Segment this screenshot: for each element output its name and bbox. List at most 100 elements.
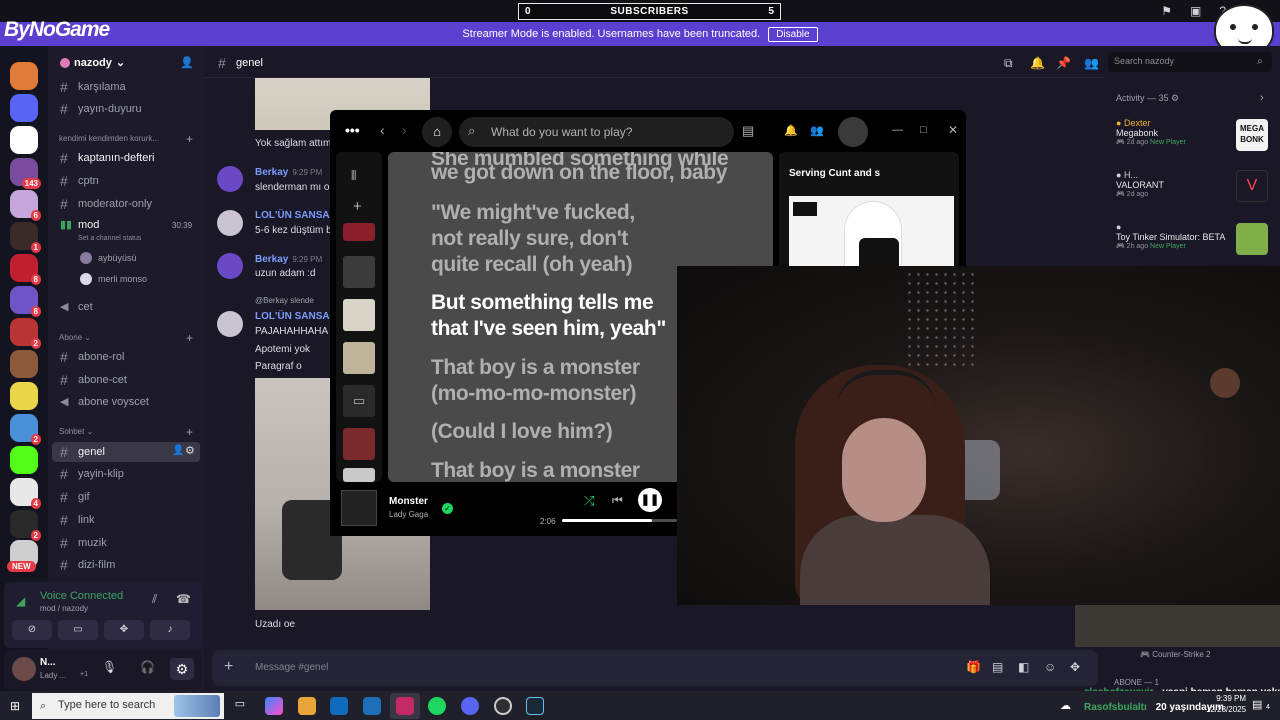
server-icon[interactable] — [10, 126, 38, 154]
folder-icon[interactable]: ▭ — [343, 385, 375, 417]
add-channel-icon[interactable]: + — [186, 425, 193, 439]
channel-kaptanin-defteri[interactable]: # kaptanın-defteri — [60, 150, 154, 166]
category-abone[interactable]: Abone ⌄ — [59, 333, 91, 342]
server-icon[interactable] — [10, 62, 38, 90]
edge-icon[interactable] — [330, 697, 348, 715]
add-channel-icon[interactable]: + — [186, 132, 193, 146]
lyric-line[interactable]: (mo-mo-mo-monster) — [431, 381, 637, 407]
notification-icon[interactable]: ▤ — [1252, 698, 1262, 711]
bell-icon[interactable]: 🔔 — [784, 124, 798, 137]
playlist-cover[interactable] — [343, 223, 375, 241]
disable-streamer-mode-button[interactable]: Disable — [768, 26, 818, 42]
apps-icon[interactable]: ✥ — [1070, 660, 1080, 674]
channel-dizi-film[interactable]: # dizi-film — [60, 557, 115, 573]
maximize-icon[interactable]: □ — [920, 124, 927, 136]
browse-icon[interactable]: ▤ — [742, 123, 754, 139]
server-icon[interactable]: 4 — [10, 478, 41, 509]
server-icon[interactable]: 143 — [10, 158, 41, 189]
forward-icon[interactable]: › — [402, 122, 407, 138]
back-icon[interactable]: ‹ — [380, 122, 385, 138]
server-icon[interactable]: 8 — [10, 254, 41, 285]
channel-gif[interactable]: # gif — [60, 489, 90, 505]
server-icon[interactable]: 6 — [10, 190, 41, 221]
lyric-line-active[interactable]: But something tells me — [431, 290, 654, 316]
voice-channel-abone-voyscet[interactable]: ◀ abone voyscet — [60, 395, 149, 409]
lyric-line[interactable]: That boy is a monster — [431, 458, 640, 482]
avatar[interactable] — [217, 210, 243, 236]
previous-icon[interactable]: ⏮ — [612, 493, 623, 508]
server-icon[interactable] — [10, 350, 38, 378]
screen-share-icon[interactable]: ▭ — [58, 620, 98, 640]
microphone-icon[interactable]: 🎙 — [102, 660, 117, 674]
activity-card[interactable]: ● Dexter Megabonk 🎮 2d ago New Player — [1116, 118, 1186, 146]
playlist-cover[interactable] — [343, 468, 375, 482]
file-explorer-icon[interactable] — [298, 697, 316, 715]
now-playing-cover[interactable] — [341, 490, 377, 526]
server-icon[interactable] — [10, 382, 38, 410]
library-icon[interactable]: ⫴ — [351, 168, 356, 184]
server-header[interactable]: nazody ⌄ — [60, 56, 125, 69]
channel-abone-cet[interactable]: # abone-cet — [60, 372, 127, 388]
voice-location[interactable]: mod / nazody — [40, 604, 88, 613]
weather-icon[interactable]: ☁ — [1060, 699, 1071, 712]
discord-icon[interactable] — [461, 697, 479, 715]
pin-icon[interactable]: 📌 — [1056, 56, 1071, 70]
voice-channel-cet[interactable]: ◀ cet — [60, 300, 93, 314]
playlist-cover[interactable] — [343, 342, 375, 374]
emoji-icon[interactable]: ☺ — [1044, 660, 1056, 674]
author-name[interactable]: Berkay — [255, 167, 288, 178]
server-icon[interactable]: 2 — [10, 510, 41, 541]
server-icon[interactable]: 2 — [10, 414, 41, 445]
headphones-icon[interactable]: 🎧 — [140, 660, 155, 674]
invite-icon[interactable]: 👤 — [180, 56, 194, 69]
obs-icon[interactable] — [494, 697, 512, 715]
lyric-line[interactable]: we got down on the floor, baby — [431, 160, 727, 186]
threads-icon[interactable]: ⧉ — [1004, 56, 1013, 71]
shuffle-icon[interactable]: ⤮ — [584, 493, 594, 509]
author-name[interactable]: LOL'ÜN SANSAR — [255, 210, 337, 221]
playlist-cover[interactable] — [343, 428, 375, 460]
category-kendimi[interactable]: kendimi kendimden korurk... — [59, 134, 159, 143]
game-thumbnail[interactable] — [1236, 223, 1268, 255]
channel-cptn[interactable]: # cptn — [60, 173, 99, 189]
avatar[interactable] — [217, 311, 243, 337]
invite-icon[interactable]: 👤 — [172, 445, 184, 456]
activity-card[interactable]: ● Toy Tinker Simulator: BETA 🎮 2h ago Ne… — [1116, 222, 1225, 250]
minimize-icon[interactable]: — — [892, 124, 903, 136]
playlist-cover[interactable] — [343, 256, 375, 288]
channel-yayin-duyuru[interactable]: # yayın-duyuru — [60, 101, 142, 117]
spotify-search-input[interactable]: What do you want to play? — [459, 117, 734, 147]
add-icon[interactable]: + — [353, 198, 362, 215]
message-input[interactable]: Message #genel — [255, 662, 328, 673]
voice-user[interactable]: aybüyüsü — [80, 252, 137, 264]
server-icon[interactable]: 2 — [10, 318, 41, 349]
avatar[interactable] — [217, 253, 243, 279]
add-attachment-icon[interactable]: + — [224, 658, 233, 676]
close-icon[interactable]: ✕ — [948, 123, 958, 137]
activities-icon[interactable]: ✥ — [104, 620, 144, 640]
lyric-line[interactable]: not really sure, don't — [431, 226, 628, 252]
soundboard-icon[interactable]: ♪ — [150, 620, 190, 640]
disconnect-icon[interactable]: ☎ — [176, 592, 191, 606]
sticker-icon[interactable]: ◧ — [1018, 660, 1029, 674]
flag-icon[interactable]: ⚑ — [1161, 4, 1172, 18]
pause-button[interactable]: ❚❚ — [638, 488, 662, 512]
spotify-avatar[interactable] — [838, 117, 868, 147]
gif-icon[interactable]: ▤ — [992, 660, 1003, 674]
channel-abone-rol[interactable]: # abone-rol — [60, 349, 124, 365]
avatar[interactable] — [217, 166, 243, 192]
playlist-cover[interactable] — [343, 299, 375, 331]
track-artist[interactable]: Lady Gaga — [389, 510, 428, 519]
author-name[interactable]: LOL'ÜN SANSAR — [255, 311, 337, 322]
voice-user[interactable]: merli monso — [80, 273, 147, 285]
home-icon[interactable]: ⌂ — [422, 117, 452, 147]
avatar[interactable] — [12, 657, 36, 681]
members-icon[interactable]: 👥 — [1084, 56, 1099, 70]
channel-yayin-klip[interactable]: # yayin-klip — [60, 466, 124, 482]
taskbar-clock[interactable]: 9:39 PM 12/28/2025 — [1206, 693, 1246, 715]
bell-icon[interactable]: 🔔 — [1030, 56, 1045, 70]
friends-icon[interactable]: 👥 — [810, 124, 824, 137]
search-input[interactable]: Search nazody — [1108, 52, 1272, 72]
game-thumbnail[interactable]: MEGA BONK — [1236, 119, 1268, 151]
lyric-line[interactable]: (Could I love him?) — [431, 419, 613, 445]
